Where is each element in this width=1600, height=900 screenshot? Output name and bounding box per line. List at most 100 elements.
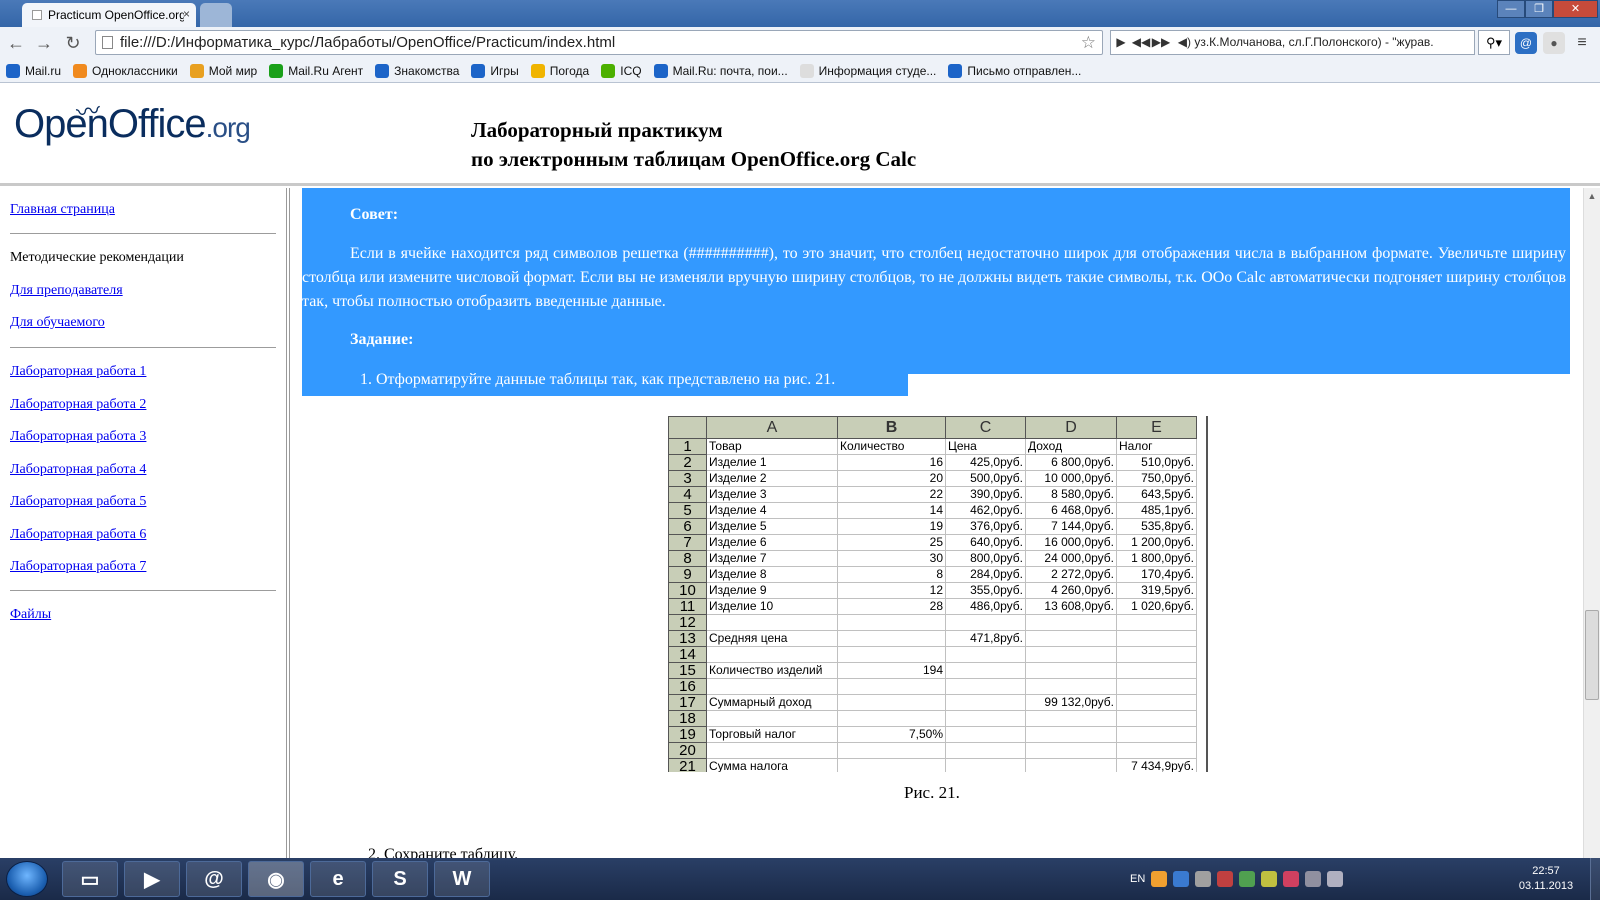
bookmark-item[interactable]: Mail.ru xyxy=(6,63,61,78)
taskbar-internet-explorer-icon[interactable]: e xyxy=(310,861,366,897)
show-desktop-button[interactable] xyxy=(1590,858,1600,900)
taskbar-media-player-icon[interactable]: ▶ xyxy=(124,861,180,897)
browser-tab-active[interactable]: Practicum OpenOffice.org × xyxy=(22,3,196,27)
tray-warning-icon[interactable] xyxy=(1217,871,1234,887)
taskbar-skype-icon[interactable]: S xyxy=(372,861,428,897)
play-icon[interactable]: ▶ xyxy=(1111,31,1131,54)
table-cell: 7 144,0руб. xyxy=(1025,518,1117,535)
sidebar-divider xyxy=(10,347,276,348)
browser-toolbar: ← → ↻ file:///D:/Информатика_курс/Лабраб… xyxy=(0,27,1600,59)
row-header: 3 xyxy=(668,470,707,487)
sidebar-link-lab-1[interactable]: Лабораторная работа 1 xyxy=(10,364,146,380)
bookmark-item[interactable]: Mail.Ru Агент xyxy=(269,63,364,78)
back-arrow-icon[interactable]: ← xyxy=(4,31,28,55)
table-cell xyxy=(837,694,946,711)
tray-flag-icon[interactable] xyxy=(1283,871,1300,887)
column-header: D xyxy=(1025,416,1117,439)
bookmark-item[interactable]: Игры xyxy=(471,63,519,78)
table-cell xyxy=(945,646,1026,663)
table-cell: 1 800,0руб. xyxy=(1116,550,1197,567)
sidebar-link-home[interactable]: Главная страница xyxy=(10,202,115,218)
sidebar-link-lab-2[interactable]: Лабораторная работа 2 xyxy=(10,397,146,413)
sidebar-link-lab-7[interactable]: Лабораторная работа 7 xyxy=(10,559,146,575)
tray-app-icon[interactable] xyxy=(1151,871,1168,887)
search-icon[interactable]: ⚲▾ xyxy=(1478,30,1510,55)
row-header: 8 xyxy=(668,550,707,567)
window-minimize-button[interactable]: — xyxy=(1497,0,1525,18)
forward-arrow-icon[interactable]: → xyxy=(32,31,56,55)
bookmark-label: Mail.Ru: почта, пои... xyxy=(672,63,788,78)
rewind-icon[interactable]: ◀◀ xyxy=(1131,31,1151,54)
table-row: 15 Количество изделий 194 xyxy=(668,662,1197,679)
language-indicator[interactable]: EN xyxy=(1130,873,1145,885)
table-cell xyxy=(1025,758,1117,772)
extension-icon[interactable]: ● xyxy=(1543,32,1565,54)
taskbar-explorer-icon[interactable]: ▭ xyxy=(62,861,118,897)
signal-strength-icon[interactable] xyxy=(1305,871,1322,887)
bookmark-item[interactable]: Одноклассники xyxy=(73,63,178,78)
row-header: 21 xyxy=(668,758,707,772)
table-cell: 8 xyxy=(837,566,946,583)
sidebar-link-files[interactable]: Файлы xyxy=(10,607,51,623)
sidebar-link-teacher[interactable]: Для преподавателя xyxy=(10,283,123,299)
sidebar-link-lab-3[interactable]: Лабораторная работа 3 xyxy=(10,429,146,445)
start-button[interactable] xyxy=(6,861,48,897)
table-cell: 2 272,0руб. xyxy=(1025,566,1117,583)
vertical-scrollbar[interactable]: ▲ xyxy=(1583,188,1600,858)
sidebar-nav: Главная страница Методические рекомендац… xyxy=(0,188,290,858)
tray-monitor-icon[interactable] xyxy=(1239,871,1256,887)
sidebar-link-lab-6[interactable]: Лабораторная работа 6 xyxy=(10,527,146,543)
sidebar-link-lab-5[interactable]: Лабораторная работа 5 xyxy=(10,494,146,510)
media-player-bar[interactable]: ▶ ◀◀ ▶▶ ◀) уз.К.Молчанова, сл.Г.Полонского)… xyxy=(1110,30,1475,55)
table-cell: Суммарный доход xyxy=(706,694,838,711)
bookmark-item[interactable]: Информация студе... xyxy=(799,63,936,78)
reload-icon[interactable]: ↻ xyxy=(61,31,85,55)
bookmarks-bar: Mail.ru Одноклассники Мой мир Mail.Ru Агент… xyxy=(0,59,1600,83)
table-cell: 510,0руб. xyxy=(1116,454,1197,471)
bluetooth-icon[interactable] xyxy=(1173,871,1190,887)
tip-paragraph: Если в ячейке находится ряд символов реш… xyxy=(302,245,1566,310)
taskbar-mail-agent-icon[interactable]: @ xyxy=(186,861,242,897)
volume-icon[interactable]: ◀) xyxy=(1174,31,1194,54)
tab-close-icon[interactable]: × xyxy=(183,7,190,21)
scrollbar-thumb[interactable] xyxy=(1585,610,1599,700)
table-row: 2 Изделие 1 16 425,0руб. 6 800,0руб. 510,0руб… xyxy=(668,454,1197,471)
scroll-up-arrow-icon[interactable]: ▲ xyxy=(1584,188,1600,204)
bookmark-star-icon[interactable]: ☆ xyxy=(1081,31,1096,54)
new-tab-button[interactable] xyxy=(200,3,232,27)
table-cell: 390,0руб. xyxy=(945,486,1026,503)
table-cell: 12 xyxy=(837,582,946,599)
volume-icon[interactable] xyxy=(1327,871,1344,887)
table-cell xyxy=(837,614,946,631)
bookmark-item[interactable]: Мой мир xyxy=(189,63,258,78)
bookmark-item[interactable]: Погода xyxy=(530,63,589,78)
fast-forward-icon[interactable]: ▶▶ xyxy=(1151,31,1171,54)
bookmark-item[interactable]: ICQ xyxy=(601,63,642,78)
menu-icon[interactable]: ≡ xyxy=(1571,32,1593,54)
taskbar-word-icon[interactable]: W xyxy=(434,861,490,897)
bookmark-favicon-icon xyxy=(269,63,284,78)
window-close-button[interactable]: ✕ xyxy=(1553,0,1598,18)
bookmark-item[interactable]: Письмо отправлен... xyxy=(948,63,1081,78)
taskbar-chrome-icon[interactable]: ◉ xyxy=(248,861,304,897)
row-header: 4 xyxy=(668,486,707,503)
bookmark-item[interactable]: Знакомства xyxy=(375,63,459,78)
table-cell: Изделие 2 xyxy=(706,470,838,487)
address-bar[interactable]: file:///D:/Информатика_курс/Лабработы/Op… xyxy=(95,30,1103,55)
table-cell: 99 132,0руб. xyxy=(1025,694,1117,711)
page-header: 〰 OpenOffice.org Лабораторный практикум … xyxy=(0,84,1600,186)
system-clock[interactable]: 22:57 03.11.2013 xyxy=(1516,864,1576,894)
table-cell xyxy=(1025,614,1117,631)
sidebar-link-student[interactable]: Для обучаемого xyxy=(10,315,105,331)
network-device-icon[interactable] xyxy=(1195,871,1212,887)
bookmark-label: Mail.Ru Агент xyxy=(288,63,364,78)
title-line-1: Лабораторный практикум xyxy=(471,118,723,142)
bookmark-favicon-icon xyxy=(530,63,545,78)
sidebar-link-lab-4[interactable]: Лабораторная работа 4 xyxy=(10,462,146,478)
bookmark-label: Мой мир xyxy=(208,63,258,78)
table-row: 17 Суммарный доход 99 132,0руб. xyxy=(668,694,1197,711)
mail-agent-icon[interactable]: @ xyxy=(1515,32,1537,54)
bookmark-item[interactable]: Mail.Ru: почта, пои... xyxy=(653,63,788,78)
tray-security-icon[interactable] xyxy=(1261,871,1278,887)
window-maximize-button[interactable]: ❐ xyxy=(1525,0,1553,18)
